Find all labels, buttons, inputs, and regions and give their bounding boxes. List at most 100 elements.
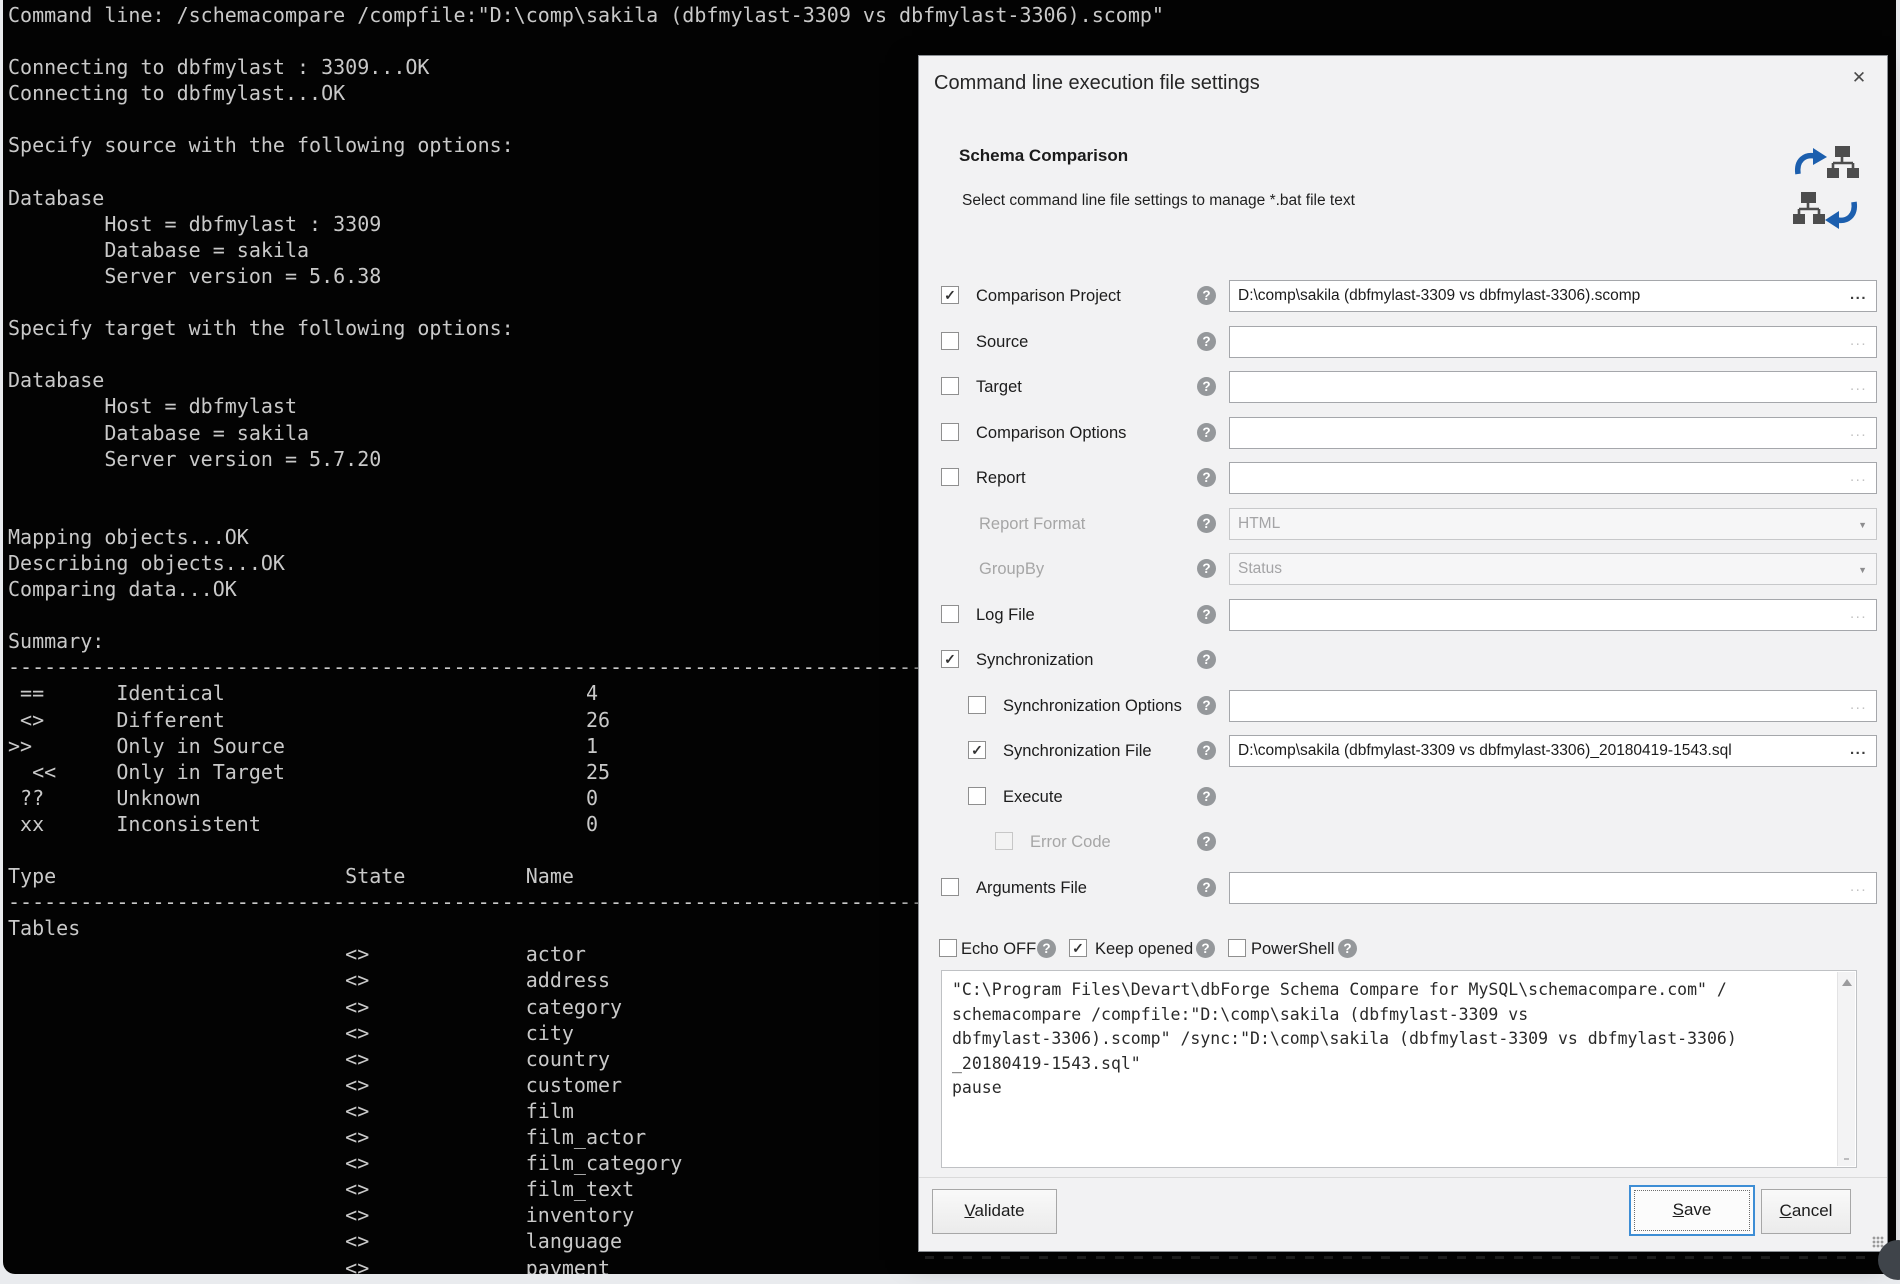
cancel-button[interactable]: Cancel xyxy=(1761,1189,1851,1234)
comparison-options-checkbox[interactable] xyxy=(941,423,959,441)
synchronization-options-help-icon[interactable]: ? xyxy=(1197,696,1216,715)
powershell-help-icon[interactable]: ? xyxy=(1338,939,1357,958)
save-button[interactable]: Save xyxy=(1629,1185,1755,1236)
synchronization-file-help-icon[interactable]: ? xyxy=(1197,741,1216,760)
browse-ellipsis-icon[interactable]: ... xyxy=(1850,373,1867,399)
browse-ellipsis-icon[interactable]: ... xyxy=(1850,328,1867,354)
scroll-up-icon[interactable] xyxy=(1842,979,1852,986)
browse-ellipsis-icon[interactable]: ... xyxy=(1850,874,1867,900)
keep-opened-help-icon[interactable]: ? xyxy=(1196,939,1215,958)
arguments-file-label: Arguments File xyxy=(976,870,1087,906)
comparison-project-input[interactable]: D:\comp\sakila (dbfmylast-3309 vs dbfmyl… xyxy=(1229,280,1877,312)
settings-row-comparison-options: Comparison Options?... xyxy=(919,415,1887,451)
arguments-file-help-icon[interactable]: ? xyxy=(1197,878,1216,897)
comparison-options-label: Comparison Options xyxy=(976,415,1126,451)
echo-off-label: Echo OFF xyxy=(961,931,1036,967)
browse-ellipsis-icon[interactable]: ... xyxy=(1850,737,1867,763)
comparison-project-label: Comparison Project xyxy=(976,278,1121,314)
echo-off-help-icon[interactable]: ? xyxy=(1037,939,1056,958)
bat-file-text[interactable]: "C:\Program Files\Devart\dbForge Schema … xyxy=(942,971,1838,1167)
target-input[interactable]: ... xyxy=(1229,371,1877,403)
browse-ellipsis-icon[interactable]: ... xyxy=(1850,419,1867,445)
synchronization-file-checkbox[interactable]: ✓ xyxy=(968,741,986,759)
settings-row-groupby: GroupBy? Status▼ xyxy=(919,551,1887,587)
groupby-value: Status xyxy=(1230,554,1876,583)
synchronization-checkbox[interactable]: ✓ xyxy=(941,650,959,668)
log-file-input[interactable]: ... xyxy=(1229,599,1877,631)
validate-button[interactable]: Validate xyxy=(932,1189,1057,1234)
error-code-checkbox xyxy=(995,832,1013,850)
arguments-file-input[interactable]: ... xyxy=(1229,872,1877,904)
bat-file-preview: "C:\Program Files\Devart\dbForge Schema … xyxy=(941,970,1857,1168)
browse-ellipsis-icon[interactable]: ... xyxy=(1850,282,1867,308)
checkmark-icon: ✓ xyxy=(1070,940,1086,956)
powershell-checkbox[interactable] xyxy=(1228,939,1246,957)
browse-ellipsis-icon[interactable]: ... xyxy=(1850,601,1867,627)
target-label: Target xyxy=(976,369,1022,405)
schema-comparison-icon xyxy=(1791,144,1861,239)
section-title: Schema Comparison xyxy=(959,146,1128,166)
error-code-help-icon[interactable]: ? xyxy=(1197,832,1216,851)
report-label: Report xyxy=(976,460,1026,496)
groupby-help-icon[interactable]: ? xyxy=(1197,559,1216,578)
close-icon[interactable]: ✕ xyxy=(1847,66,1871,90)
execute-checkbox[interactable] xyxy=(968,787,986,805)
comparison-project-value: D:\comp\sakila (dbfmylast-3309 vs dbfmyl… xyxy=(1230,281,1876,310)
synchronization-options-input[interactable]: ... xyxy=(1229,690,1877,722)
target-help-icon[interactable]: ? xyxy=(1197,377,1216,396)
target-checkbox[interactable] xyxy=(941,377,959,395)
comparison-options-help-icon[interactable]: ? xyxy=(1197,423,1216,442)
execute-help-icon[interactable]: ? xyxy=(1197,787,1216,806)
settings-row-synchronization-options: Synchronization Options?... xyxy=(919,688,1887,724)
synchronization-help-icon[interactable]: ? xyxy=(1197,650,1216,669)
synchronization-file-label: Synchronization File xyxy=(1003,733,1152,769)
keep-opened-checkbox[interactable]: ✓ xyxy=(1069,939,1087,957)
settings-row-error-code: Error Code? xyxy=(919,824,1887,860)
comparison-project-help-icon[interactable]: ? xyxy=(1197,286,1216,305)
synchronization-label: Synchronization xyxy=(976,642,1093,678)
synchronization-file-input[interactable]: D:\comp\sakila (dbfmylast-3309 vs dbfmyl… xyxy=(1229,735,1877,767)
report-input[interactable]: ... xyxy=(1229,462,1877,494)
error-code-label: Error Code xyxy=(1030,824,1111,860)
settings-row-report: Report?... xyxy=(919,460,1887,496)
comparison-options-input[interactable]: ... xyxy=(1229,417,1877,449)
source-input[interactable]: ... xyxy=(1229,326,1877,358)
report-checkbox[interactable] xyxy=(941,468,959,486)
clipped-console-line xyxy=(925,1256,1875,1259)
log-file-checkbox[interactable] xyxy=(941,605,959,623)
report-format-value: HTML xyxy=(1230,509,1876,538)
scrollbar[interactable] xyxy=(1837,972,1855,1166)
settings-row-report-format: Report Format?HTML▼ xyxy=(919,506,1887,542)
log-file-help-icon[interactable]: ? xyxy=(1197,605,1216,624)
groupby-dropdown: Status▼ xyxy=(1229,553,1877,585)
arguments-file-checkbox[interactable] xyxy=(941,878,959,896)
browse-ellipsis-icon[interactable]: ... xyxy=(1850,464,1867,490)
report-format-help-icon[interactable]: ? xyxy=(1197,514,1216,533)
synchronization-options-checkbox[interactable] xyxy=(968,696,986,714)
powershell-label: PowerShell xyxy=(1251,931,1334,967)
report-format-dropdown: HTML▼ xyxy=(1229,508,1877,540)
settings-row-target: Target?... xyxy=(919,369,1887,405)
checkmark-icon: ✓ xyxy=(942,651,958,667)
settings-row-log-file: Log File?... xyxy=(919,597,1887,633)
settings-row-synchronization: ✓ Synchronization? xyxy=(919,642,1887,678)
chevron-down-icon: ▼ xyxy=(1858,520,1867,530)
echo-off-checkbox[interactable] xyxy=(939,939,957,957)
keep-opened-label: Keep opened xyxy=(1095,931,1193,967)
scroll-down-icon[interactable] xyxy=(1844,1158,1849,1160)
settings-row-comparison-project: ✓ Comparison Project? D:\comp\sakila (dbfm… xyxy=(919,278,1887,314)
footer-divider xyxy=(919,1177,1887,1178)
source-label: Source xyxy=(976,324,1028,360)
settings-row-source: Source?... xyxy=(919,324,1887,360)
synchronization-options-label: Synchronization Options xyxy=(1003,688,1182,724)
browse-ellipsis-icon[interactable]: ... xyxy=(1850,692,1867,718)
source-help-icon[interactable]: ? xyxy=(1197,332,1216,351)
groupby-label: GroupBy xyxy=(979,551,1044,587)
chevron-down-icon: ▼ xyxy=(1858,565,1867,575)
execute-label: Execute xyxy=(1003,779,1063,815)
command-line-settings-dialog: Command line execution file settings ✕ S… xyxy=(918,55,1888,1252)
report-help-icon[interactable]: ? xyxy=(1197,468,1216,487)
source-checkbox[interactable] xyxy=(941,332,959,350)
settings-row-execute: Execute? xyxy=(919,779,1887,815)
comparison-project-checkbox[interactable]: ✓ xyxy=(941,286,959,304)
